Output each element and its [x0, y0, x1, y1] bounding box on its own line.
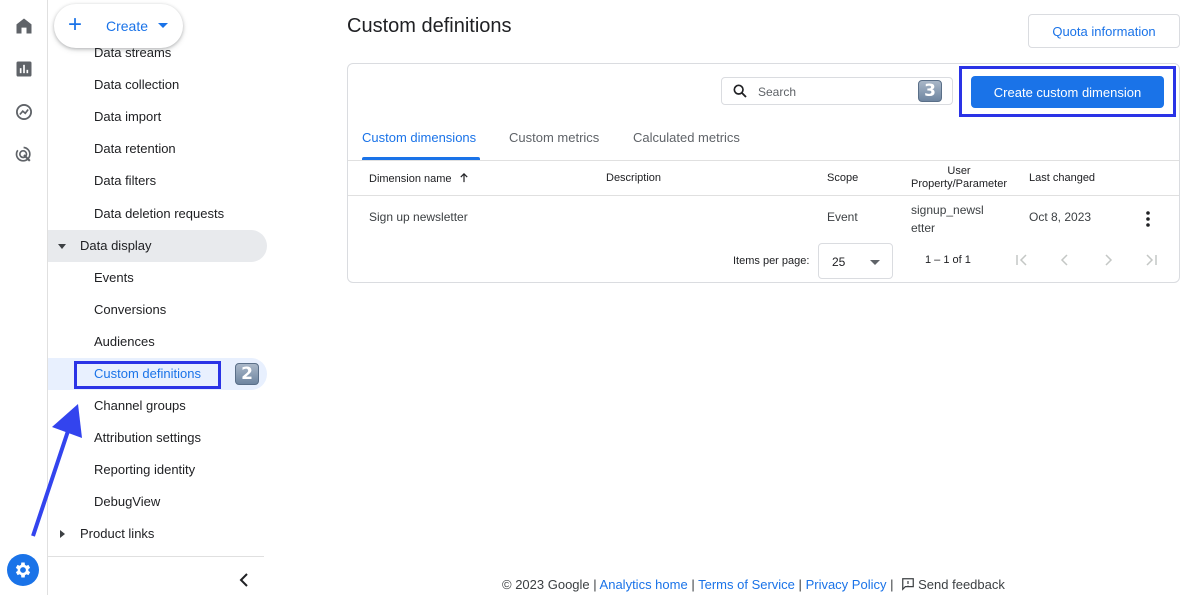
- search-input[interactable]: [758, 82, 908, 102]
- terms-of-service-link[interactable]: Terms of Service: [698, 577, 795, 592]
- custom-definitions-card: 3 Create custom dimension Custom dimensi…: [347, 63, 1180, 283]
- tab-calculated-metrics[interactable]: Calculated metrics: [633, 130, 740, 145]
- column-header-description: Description: [606, 172, 662, 184]
- create-custom-dimension-button[interactable]: Create custom dimension: [971, 76, 1164, 108]
- create-label: Create: [106, 18, 149, 34]
- home-icon[interactable]: [12, 14, 36, 38]
- cell-line1: signup_newsl: [911, 203, 984, 217]
- footer-separator: |: [691, 577, 695, 592]
- footer-copyright: © 2023 Google |: [502, 577, 597, 592]
- nav-item-attribution-settings[interactable]: Attribution settings: [94, 422, 201, 454]
- nav-item-debugview[interactable]: DebugView: [94, 486, 160, 518]
- step-badge-2: 2: [235, 363, 259, 385]
- explore-icon[interactable]: [12, 100, 36, 124]
- analytics-home-link[interactable]: Analytics home: [600, 577, 688, 592]
- first-page-icon[interactable]: [1014, 252, 1030, 268]
- reports-icon[interactable]: [12, 57, 36, 81]
- cell-scope: Event: [827, 210, 858, 224]
- last-page-icon[interactable]: [1143, 252, 1159, 268]
- footer: © 2023 Google | Analytics home | Terms o…: [502, 577, 1005, 592]
- annotation-highlight-box: Create custom dimension: [959, 66, 1176, 117]
- advertising-icon[interactable]: [12, 143, 36, 167]
- nav-item-conversions[interactable]: Conversions: [94, 294, 166, 326]
- cell-line2: etter: [911, 221, 936, 235]
- page-title: Custom definitions: [347, 15, 512, 37]
- column-header-user-property: User Property/Parameter: [911, 165, 1007, 191]
- sort-ascending-icon: [459, 172, 468, 183]
- column-header-last-changed: Last changed: [1029, 172, 1096, 184]
- collapse-nav-icon[interactable]: [236, 570, 252, 590]
- nav-divider: [48, 556, 264, 557]
- annotation-highlight-box: [74, 361, 221, 389]
- nav-item-data-retention[interactable]: Data retention: [94, 133, 176, 165]
- send-feedback-button[interactable]: Send feedback: [897, 577, 1005, 592]
- next-page-icon[interactable]: [1100, 252, 1116, 268]
- pager-range: 1 – 1 of 1: [925, 254, 971, 266]
- nav-item-data-filters[interactable]: Data filters: [94, 165, 156, 197]
- nav-item-data-collection[interactable]: Data collection: [94, 69, 179, 101]
- more-options-icon[interactable]: [1141, 210, 1155, 228]
- quota-information-button[interactable]: Quota information: [1028, 14, 1180, 48]
- collapsed-arrow-icon: [60, 530, 65, 538]
- search-icon: [733, 84, 747, 98]
- tab-custom-metrics[interactable]: Custom metrics: [509, 130, 599, 145]
- nav-item-channel-groups[interactable]: Channel groups: [94, 390, 186, 422]
- previous-page-icon[interactable]: [1057, 252, 1073, 268]
- left-icon-rail: 1: [0, 0, 75, 595]
- column-header-scope: Scope: [827, 172, 859, 184]
- column-header-dimension-name[interactable]: Dimension name: [369, 172, 469, 185]
- cell-user-property: signup_newsl etter: [911, 201, 984, 237]
- footer-separator: |: [798, 577, 802, 592]
- nav-item-reporting-identity[interactable]: Reporting identity: [94, 454, 195, 486]
- cell-last-changed: Oct 8, 2023: [1029, 210, 1092, 224]
- items-per-page-label: Items per page:: [733, 255, 810, 267]
- nav-item-events[interactable]: Events: [94, 262, 134, 294]
- gear-icon: [15, 562, 31, 578]
- privacy-policy-link[interactable]: Privacy Policy: [806, 577, 887, 592]
- plus-icon: +: [68, 11, 83, 38]
- header-label-line2: Property/Parameter: [911, 178, 1007, 190]
- nav-item-data-deletion-requests[interactable]: Data deletion requests: [94, 198, 224, 230]
- nav-group-data-display[interactable]: Data display: [80, 230, 152, 262]
- admin-gear-button[interactable]: [7, 554, 39, 586]
- step-badge-3: 3: [918, 80, 942, 102]
- dropdown-caret-icon: [870, 260, 880, 265]
- feedback-icon: [902, 578, 914, 591]
- nav-item-data-import[interactable]: Data import: [94, 101, 161, 133]
- expand-arrow-icon: [58, 244, 66, 249]
- items-per-page-select[interactable]: 25: [818, 243, 893, 279]
- create-button[interactable]: + Create: [54, 4, 183, 48]
- tab-custom-dimensions[interactable]: Custom dimensions: [362, 130, 476, 145]
- items-per-page-value: 25: [832, 255, 846, 269]
- nav-group-product-links[interactable]: Product links: [80, 518, 154, 550]
- header-label: Dimension name: [369, 173, 452, 185]
- chevron-down-icon: [158, 23, 168, 28]
- cell-dimension-name: Sign up newsletter: [369, 210, 468, 224]
- send-feedback-label: Send feedback: [918, 577, 1005, 592]
- header-divider: [348, 195, 1179, 196]
- footer-separator: |: [890, 577, 894, 592]
- header-label-line1: User: [947, 165, 971, 177]
- tabs-divider: [348, 160, 1179, 161]
- nav-item-audiences[interactable]: Audiences: [94, 326, 155, 358]
- admin-nav-panel: Data streams Data collection Data import…: [48, 0, 268, 595]
